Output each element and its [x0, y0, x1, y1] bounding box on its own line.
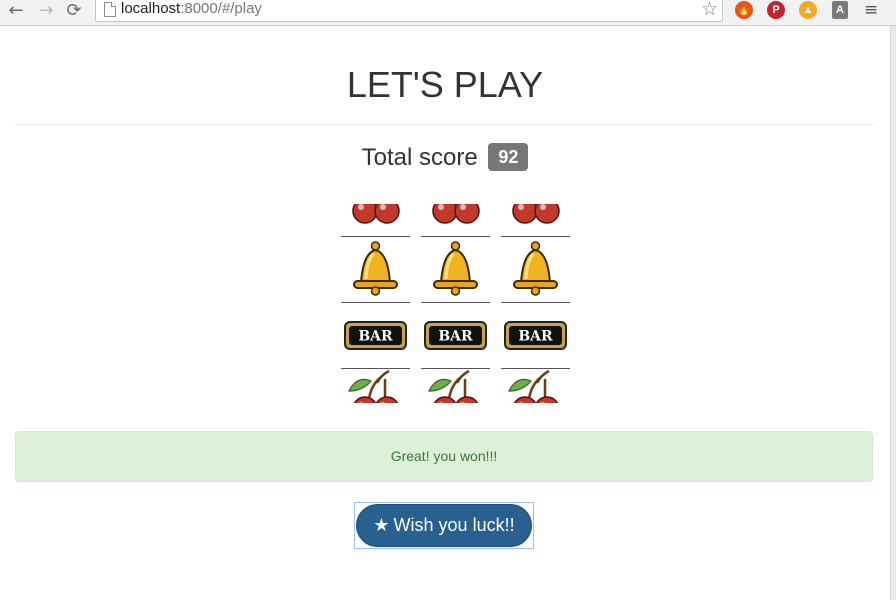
divider [15, 124, 875, 125]
extension-icon[interactable]: ▲ [799, 1, 817, 19]
button-focus-ring: ★ Wish you luck!! [354, 502, 534, 549]
bell-symbol-icon [341, 237, 410, 303]
page-icon [104, 2, 116, 17]
menu-icon[interactable]: ≡ [864, 1, 878, 19]
bar-symbol-icon: BAR [421, 303, 490, 369]
cherry-symbol-icon [501, 204, 570, 237]
cherry-symbol-icon [341, 204, 410, 237]
cherry-symbol-icon [501, 369, 570, 403]
page-title: LET'S PLAY [346, 64, 544, 105]
svg-text:BAR: BAR [358, 329, 393, 345]
bell-symbol-icon [421, 237, 490, 303]
result-alert: Great! you won!!! [15, 431, 873, 482]
svg-text:BAR: BAR [438, 329, 473, 345]
score-label: Total score [361, 144, 478, 171]
cherry-symbol-icon [421, 369, 490, 403]
reel-3: BAR [501, 204, 570, 403]
cherry-symbol-icon [341, 369, 410, 403]
firebug-extension-icon[interactable]: 🔥 [735, 1, 753, 19]
scrollbar[interactable] [890, 26, 896, 600]
address-bar[interactable]: localhost:8000/#/play ☆ [95, 0, 723, 22]
star-icon: ★ [373, 515, 390, 536]
bookmark-star-icon[interactable]: ☆ [701, 0, 718, 19]
reload-icon[interactable]: ⟳ [64, 1, 84, 21]
angular-extension-icon[interactable]: A [832, 1, 848, 19]
slot-reels: BAR BAR BAR [341, 204, 571, 403]
back-arrow-icon[interactable]: ← [6, 1, 26, 21]
reel-1: BAR [341, 204, 410, 403]
pinterest-extension-icon[interactable]: P [767, 1, 785, 19]
reel-2: BAR [421, 204, 490, 403]
wish-luck-button[interactable]: ★ Wish you luck!! [356, 504, 532, 547]
total-score: Total score 92 [0, 142, 890, 173]
svg-text:BAR: BAR [518, 329, 553, 345]
browser-toolbar: ← → ⟳ localhost:8000/#/play ☆ 🔥 P ▲ A ≡ [0, 0, 896, 26]
bell-symbol-icon [501, 237, 570, 303]
bar-symbol-icon: BAR [501, 303, 570, 369]
score-badge: 92 [488, 142, 529, 171]
forward-arrow-icon[interactable]: → [36, 1, 56, 21]
cherry-symbol-icon [421, 204, 490, 237]
bar-symbol-icon: BAR [341, 303, 410, 369]
url-text: localhost:8000/#/play [121, 0, 262, 17]
wish-luck-label: Wish you luck!! [393, 515, 515, 535]
